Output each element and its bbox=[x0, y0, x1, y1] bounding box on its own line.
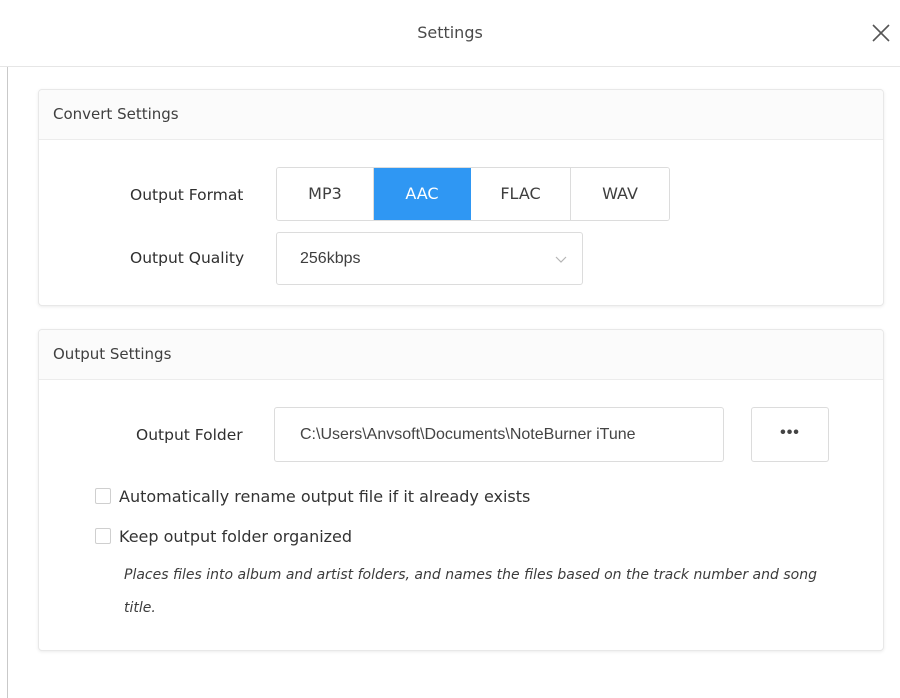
format-mp3-button[interactable]: MP3 bbox=[277, 168, 374, 220]
auto-rename-checkbox[interactable] bbox=[95, 488, 111, 504]
output-folder-field[interactable]: C:\Users\Anvsoft\Documents\NoteBurner iT… bbox=[274, 407, 724, 462]
window-title: Settings bbox=[417, 23, 483, 42]
output-format-segmented: MP3 AAC FLAC WAV bbox=[276, 167, 670, 221]
output-settings-panel: Output Settings Output Folder C:\Users\A… bbox=[38, 329, 884, 651]
close-button[interactable] bbox=[868, 20, 894, 46]
browse-folder-button[interactable]: ••• bbox=[751, 407, 829, 462]
title-bar: Settings bbox=[0, 0, 900, 67]
format-flac-button[interactable]: FLAC bbox=[471, 168, 571, 220]
window-edge-divider bbox=[7, 64, 8, 698]
output-settings-header: Output Settings bbox=[39, 330, 883, 380]
output-quality-select[interactable]: 256kbps bbox=[276, 232, 583, 285]
keep-organized-label: Keep output folder organized bbox=[119, 526, 353, 546]
output-folder-value: C:\Users\Anvsoft\Documents\NoteBurner iT… bbox=[300, 426, 636, 443]
convert-settings-panel: Convert Settings Output Format MP3 AAC F… bbox=[38, 89, 884, 306]
auto-rename-label: Automatically rename output file if it a… bbox=[119, 486, 531, 506]
settings-window: Settings Convert Settings Output Format … bbox=[0, 0, 900, 698]
chevron-down-icon bbox=[555, 256, 567, 263]
keep-organized-hint: Places files into album and artist folde… bbox=[124, 567, 817, 616]
output-format-label: Output Format bbox=[130, 186, 244, 204]
output-quality-value: 256kbps bbox=[300, 250, 361, 267]
keep-organized-option[interactable]: Keep output folder organized bbox=[95, 524, 352, 548]
convert-settings-header: Convert Settings bbox=[39, 90, 883, 140]
format-aac-button[interactable]: AAC bbox=[374, 168, 471, 220]
format-wav-button[interactable]: WAV bbox=[571, 168, 669, 220]
close-icon bbox=[872, 24, 890, 42]
auto-rename-option[interactable]: Automatically rename output file if it a… bbox=[95, 484, 530, 508]
keep-organized-checkbox[interactable] bbox=[95, 528, 111, 544]
output-folder-label: Output Folder bbox=[136, 426, 243, 444]
output-quality-label: Output Quality bbox=[130, 249, 245, 267]
